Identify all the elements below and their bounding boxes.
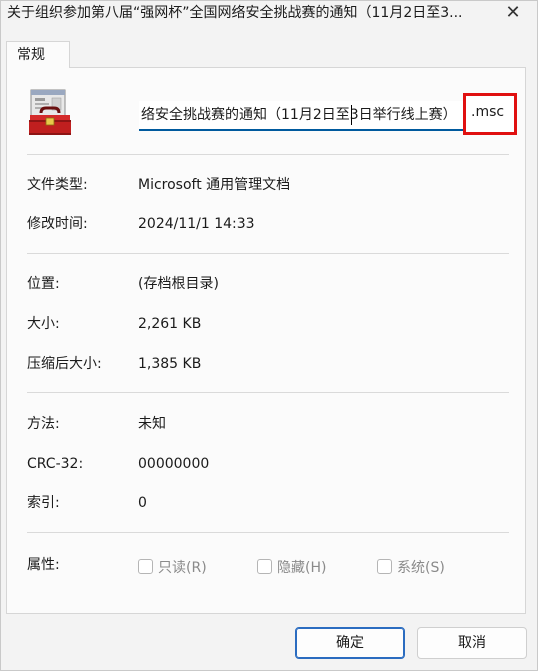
filename-input[interactable]: 络安全挑战赛的通知（11月2日至3日举行线上赛） xyxy=(139,101,464,131)
attributes-label: 属性: xyxy=(27,557,60,573)
readonly-checkbox[interactable]: 只读(R) xyxy=(138,558,207,578)
hidden-checkbox[interactable]: 隐藏(H) xyxy=(257,558,326,578)
location-label: 位置: xyxy=(27,276,60,292)
properties-dialog: 关于组织参加第八届“强网杯”全国网络安全挑战赛的通知（11月2日至3... ✕ … xyxy=(0,0,538,671)
readonly-label: 只读(R) xyxy=(158,560,207,576)
checkbox-box xyxy=(257,559,272,574)
checkbox-box xyxy=(377,559,392,574)
file-extension: .msc xyxy=(471,104,505,120)
divider xyxy=(27,154,509,155)
size-value: 2,261 KB xyxy=(138,316,202,332)
cancel-button[interactable]: 取消 xyxy=(417,627,527,659)
crc-label: CRC-32: xyxy=(27,456,84,472)
method-label: 方法: xyxy=(27,416,60,432)
compressed-size-label: 压缩后大小: xyxy=(27,356,102,372)
window-title: 关于组织参加第八届“强网杯”全国网络安全挑战赛的通知（11月2日至3... xyxy=(7,5,463,21)
system-checkbox[interactable]: 系统(S) xyxy=(377,558,445,578)
crc-value: 00000000 xyxy=(138,456,210,472)
text-caret xyxy=(351,105,352,125)
system-label: 系统(S) xyxy=(397,560,445,576)
index-label: 索引: xyxy=(27,495,60,511)
modified-label: 修改时间: xyxy=(27,216,88,232)
divider xyxy=(27,392,509,393)
method-value: 未知 xyxy=(138,416,166,432)
divider xyxy=(27,532,509,533)
type-label: 文件类型: xyxy=(27,177,88,193)
hidden-label: 隐藏(H) xyxy=(277,560,327,576)
checkbox-box xyxy=(138,559,153,574)
divider xyxy=(27,253,509,254)
extension-highlight: .msc xyxy=(463,93,517,135)
location-value: (存档根目录) xyxy=(138,276,219,292)
close-icon[interactable]: ✕ xyxy=(499,1,527,25)
title-bar: 关于组织参加第八届“强网杯”全国网络安全挑战赛的通知（11月2日至3... ✕ xyxy=(1,1,537,27)
general-panel: 络安全挑战赛的通知（11月2日至3日举行线上赛） .msc 文件类型: Micr… xyxy=(6,67,526,614)
size-label: 大小: xyxy=(27,316,60,332)
tab-general[interactable]: 常规 xyxy=(6,41,70,68)
modified-value: 2024/11/1 14:33 xyxy=(138,216,255,232)
compressed-size-value: 1,385 KB xyxy=(138,356,202,372)
ok-button[interactable]: 确定 xyxy=(295,627,405,659)
index-value: 0 xyxy=(138,495,147,511)
toolbox-icon xyxy=(27,89,73,137)
type-value: Microsoft 通用管理文档 xyxy=(138,177,291,193)
filename-text: 络安全挑战赛的通知（11月2日至3日举行线上赛） xyxy=(141,107,457,123)
